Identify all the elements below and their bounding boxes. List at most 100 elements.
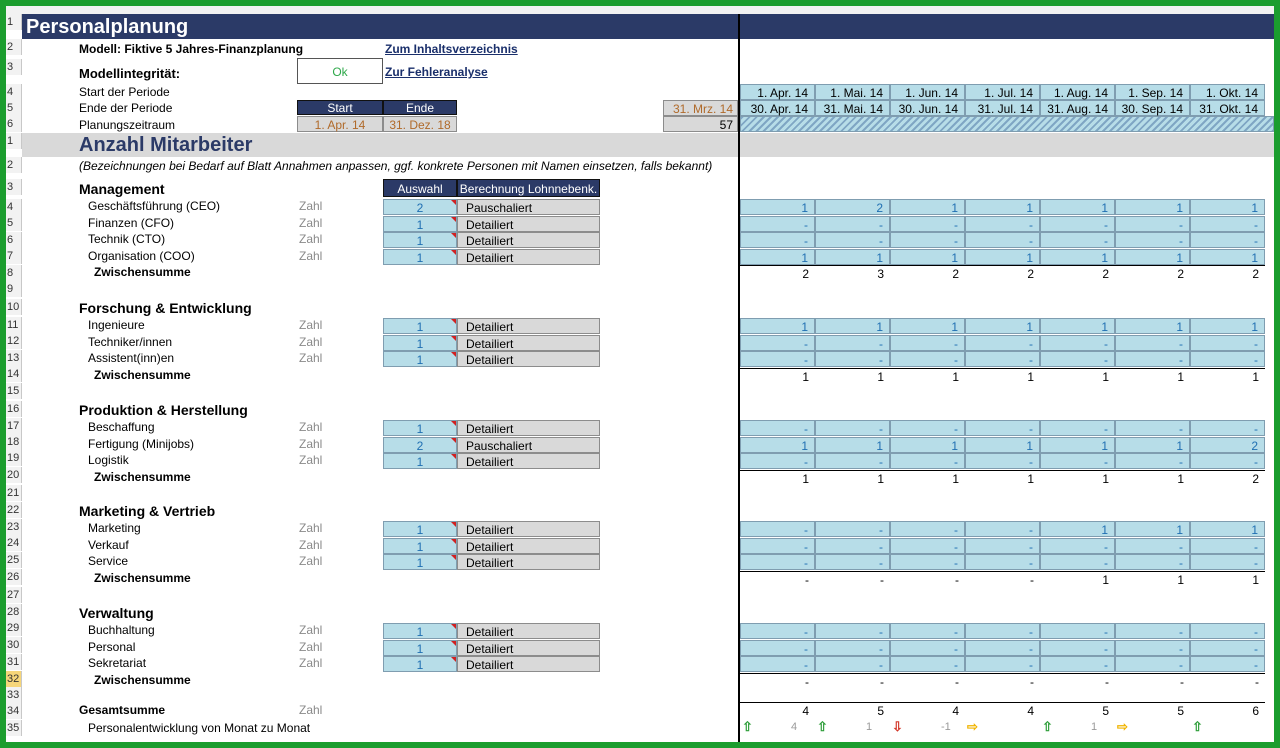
month-value-cell[interactable]: 1 (1190, 318, 1265, 334)
row-number[interactable]: 11 (6, 317, 22, 333)
month-value-cell[interactable]: 1 (890, 199, 965, 215)
month-value-cell[interactable]: - (965, 334, 1040, 351)
toc-link[interactable]: Zum Inhaltsverzeichnis (385, 42, 518, 56)
month-value-cell[interactable]: - (1115, 639, 1190, 656)
month-value-cell[interactable]: - (965, 554, 1040, 570)
month-value-cell[interactable]: 1 (740, 248, 815, 265)
row-number[interactable]: 1 (6, 133, 22, 149)
month-value-cell[interactable]: - (965, 521, 1040, 537)
berechnung-select[interactable]: Detailiert (457, 420, 600, 436)
month-value-cell[interactable]: - (1040, 554, 1115, 570)
month-value-cell[interactable]: - (965, 623, 1040, 639)
row-number[interactable]: 25 (6, 552, 22, 568)
berechnung-select[interactable]: Detailiert (457, 215, 600, 232)
berechnung-select[interactable]: Detailiert (457, 554, 600, 570)
month-value-cell[interactable]: - (965, 232, 1040, 248)
month-value-cell[interactable]: - (890, 554, 965, 570)
month-value-cell[interactable]: - (815, 351, 890, 367)
row-number[interactable]: 6 (6, 116, 22, 132)
month-value-cell[interactable]: 1 (1115, 436, 1190, 453)
month-value-cell[interactable]: - (890, 453, 965, 469)
berechnung-select[interactable]: Pauschaliert (457, 199, 600, 215)
berechnung-select[interactable]: Detailiert (457, 639, 600, 656)
month-value-cell[interactable]: 1 (890, 248, 965, 265)
auswahl-select[interactable]: 1 (383, 248, 457, 265)
month-value-cell[interactable]: 1 (1040, 318, 1115, 334)
month-value-cell[interactable]: - (815, 639, 890, 656)
row-number[interactable]: 30 (6, 637, 22, 653)
berechnung-select[interactable]: Detailiert (457, 334, 600, 351)
month-value-cell[interactable]: - (1115, 420, 1190, 436)
row-number[interactable]: 2 (6, 39, 22, 55)
month-value-cell[interactable]: - (1040, 453, 1115, 469)
row-number[interactable]: 7 (6, 248, 22, 264)
end-date-cell[interactable]: 31. Dez. 18 (383, 116, 457, 132)
error-analysis-link[interactable]: Zur Fehleranalyse (385, 65, 488, 79)
row-number[interactable]: 28 (6, 604, 22, 620)
row-number[interactable]: 34 (6, 703, 22, 719)
month-value-cell[interactable]: - (1190, 420, 1265, 436)
berechnung-select[interactable]: Detailiert (457, 656, 600, 672)
row-number[interactable]: 32 (6, 671, 22, 687)
start-date-cell[interactable]: 1. Apr. 14 (297, 116, 383, 132)
auswahl-select[interactable]: 1 (383, 623, 457, 639)
month-value-cell[interactable]: - (965, 453, 1040, 469)
row-number[interactable]: 26 (6, 569, 22, 585)
row-number[interactable]: 21 (6, 485, 22, 501)
month-value-cell[interactable]: - (815, 420, 890, 436)
month-value-cell[interactable]: - (1040, 639, 1115, 656)
month-value-cell[interactable]: - (965, 656, 1040, 672)
month-value-cell[interactable]: - (1115, 334, 1190, 351)
month-value-cell[interactable]: - (1115, 623, 1190, 639)
month-value-cell[interactable]: - (1040, 351, 1115, 367)
month-value-cell[interactable]: - (815, 521, 890, 537)
month-value-cell[interactable]: 1 (965, 199, 1040, 215)
month-value-cell[interactable]: 1 (740, 436, 815, 453)
row-number[interactable]: 9 (6, 281, 22, 297)
month-value-cell[interactable]: - (1040, 232, 1115, 248)
berechnung-select[interactable]: Detailiert (457, 537, 600, 554)
month-value-cell[interactable]: - (1040, 334, 1115, 351)
month-value-cell[interactable]: - (1115, 351, 1190, 367)
row-number[interactable]: 35 (6, 720, 22, 736)
auswahl-select[interactable]: 1 (383, 334, 457, 351)
month-value-cell[interactable]: - (740, 351, 815, 367)
month-value-cell[interactable]: 1 (815, 248, 890, 265)
month-value-cell[interactable]: 1 (1190, 521, 1265, 537)
month-value-cell[interactable]: 1 (965, 318, 1040, 334)
month-value-cell[interactable]: 1 (890, 318, 965, 334)
month-value-cell[interactable]: - (1115, 215, 1190, 232)
month-value-cell[interactable]: - (815, 453, 890, 469)
month-value-cell[interactable]: - (1190, 656, 1265, 672)
month-value-cell[interactable]: - (740, 521, 815, 537)
row-number[interactable]: 4 (6, 199, 22, 215)
row-number[interactable]: 13 (6, 350, 22, 366)
month-value-cell[interactable]: - (1040, 656, 1115, 672)
month-value-cell[interactable]: - (890, 351, 965, 367)
auswahl-select[interactable]: 1 (383, 537, 457, 554)
month-value-cell[interactable]: 1 (815, 318, 890, 334)
month-value-cell[interactable]: - (1040, 215, 1115, 232)
row-number[interactable]: 5 (6, 100, 22, 116)
month-value-cell[interactable]: - (1190, 537, 1265, 554)
month-value-cell[interactable]: 1 (1040, 248, 1115, 265)
month-value-cell[interactable]: - (965, 537, 1040, 554)
row-number[interactable]: 3 (6, 179, 22, 195)
month-value-cell[interactable]: - (890, 232, 965, 248)
auswahl-select[interactable]: 1 (383, 420, 457, 436)
row-number[interactable]: 12 (6, 333, 22, 349)
row-number[interactable]: 14 (6, 366, 22, 382)
month-value-cell[interactable]: 1 (1040, 199, 1115, 215)
row-number[interactable]: 5 (6, 215, 22, 231)
month-value-cell[interactable]: - (1190, 453, 1265, 469)
auswahl-select[interactable]: 2 (383, 199, 457, 215)
month-value-cell[interactable]: - (1115, 453, 1190, 469)
month-value-cell[interactable]: 1 (1190, 248, 1265, 265)
berechnung-select[interactable]: Detailiert (457, 623, 600, 639)
month-value-cell[interactable]: - (890, 215, 965, 232)
month-value-cell[interactable]: - (1040, 623, 1115, 639)
auswahl-select[interactable]: 1 (383, 521, 457, 537)
auswahl-select[interactable]: 1 (383, 656, 457, 672)
month-value-cell[interactable]: - (815, 232, 890, 248)
month-value-cell[interactable]: - (1040, 420, 1115, 436)
